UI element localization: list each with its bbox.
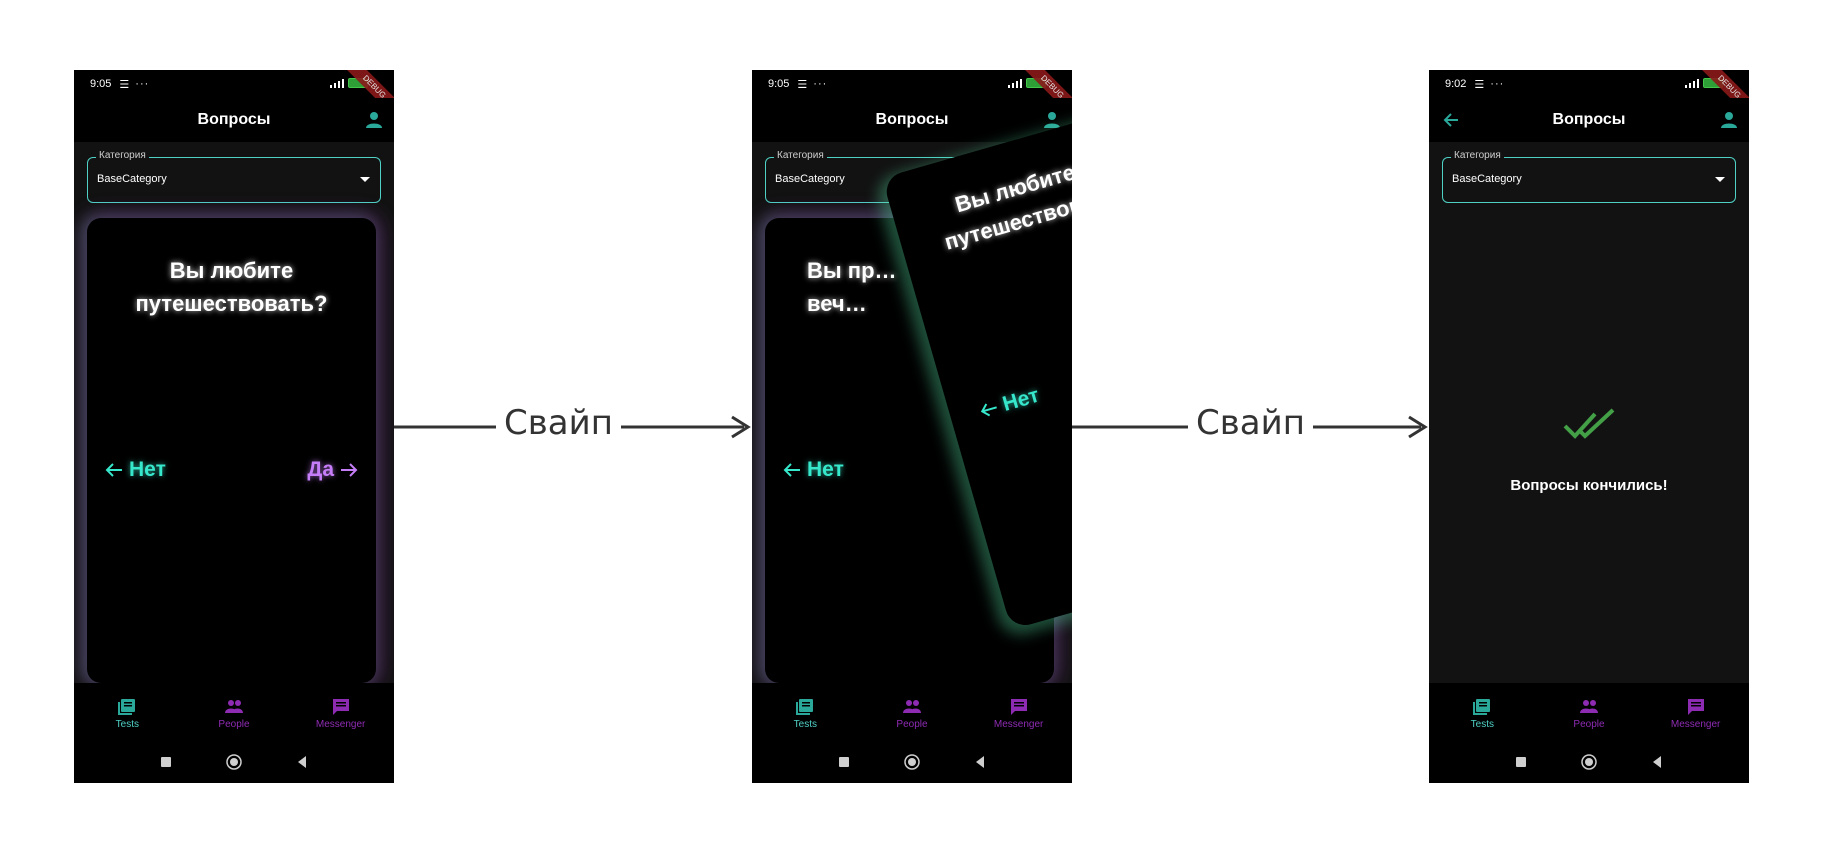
library-books-icon <box>796 699 814 715</box>
arrow-left-icon <box>980 403 997 417</box>
app-bar: Вопросы <box>1429 98 1749 142</box>
notification-icon: ☰ <box>797 78 808 91</box>
nav-people[interactable]: People <box>867 698 957 730</box>
nav-messenger[interactable]: Messenger <box>1651 698 1741 730</box>
swipe-no-hint: Нет <box>977 384 1042 424</box>
nav-people-label: People <box>896 719 928 730</box>
page-title: Вопросы <box>1552 111 1626 128</box>
nav-messenger[interactable]: Messenger <box>974 698 1064 730</box>
arrow-left-icon <box>783 463 800 477</box>
person-icon[interactable] <box>364 110 384 130</box>
status-bar: 9:02 ☰ ··· DEBUG <box>1429 70 1749 121</box>
app-bar: Вопросы <box>74 98 394 142</box>
dropdown-value: BaseCategory <box>775 173 845 185</box>
category-dropdown[interactable]: Категория BaseCategory <box>87 150 381 203</box>
home-icon[interactable] <box>1581 754 1597 770</box>
card-question: Вы пр… веч… <box>807 258 897 316</box>
message-icon <box>1010 699 1027 715</box>
no-label: Нет <box>807 458 844 481</box>
arrow-right-icon <box>341 463 358 477</box>
recent-apps-icon[interactable] <box>1513 754 1529 770</box>
nav-tests-label: Tests <box>793 719 817 730</box>
dropdown-label: Категория <box>96 150 149 161</box>
caret-down-icon <box>360 177 370 182</box>
dropdown-label: Категория <box>774 150 827 161</box>
notification-icon: ☰ <box>1474 78 1485 91</box>
recent-apps-icon[interactable] <box>836 754 852 770</box>
more-notifications-icon: ··· <box>135 78 150 90</box>
back-triangle-icon[interactable] <box>1649 754 1665 770</box>
done-all-icon <box>1563 408 1615 439</box>
nav-messenger[interactable]: Messenger <box>296 698 386 730</box>
category-dropdown[interactable]: Категория BaseCategory <box>1442 150 1736 203</box>
nav-tests-label: Tests <box>1470 719 1494 730</box>
nav-messenger-label: Messenger <box>993 719 1044 730</box>
dropdown-label: Категория <box>1451 150 1504 161</box>
notification-icon: ☰ <box>119 78 130 91</box>
people-icon <box>1579 700 1598 713</box>
status-bar: 9:05 ☰ ··· DEBUG <box>752 70 1072 121</box>
app-bar: Вопросы <box>752 98 1072 142</box>
nav-people-label: People <box>218 719 250 730</box>
flow-label-2: Свайп <box>1188 403 1313 443</box>
more-notifications-icon: ··· <box>1490 78 1505 90</box>
home-icon[interactable] <box>226 754 242 770</box>
home-icon[interactable] <box>904 754 920 770</box>
page-title: Вопросы <box>875 111 949 128</box>
nav-messenger-label: Messenger <box>1670 719 1721 730</box>
dropdown-value: BaseCategory <box>1452 173 1522 185</box>
nav-messenger-label: Messenger <box>315 719 366 730</box>
message-icon <box>1687 699 1704 715</box>
nav-tests[interactable]: Tests <box>82 698 172 730</box>
swipe-no-hint: Нет <box>783 458 844 482</box>
nav-people[interactable]: People <box>189 698 279 730</box>
system-nav-bar <box>1429 741 1749 783</box>
no-label: Нет <box>1000 383 1042 416</box>
people-icon <box>902 700 921 713</box>
phone-screen-2: 9:05 ☰ ··· DEBUG Вопросы Категория BaseC… <box>752 70 1072 783</box>
signal-icon <box>1008 78 1022 88</box>
question-card[interactable]: Вы любите путешествовать? Нет Да <box>87 218 376 683</box>
recent-apps-icon[interactable] <box>158 754 174 770</box>
status-bar: 9:05 ☰ ··· DEBUG <box>74 70 394 121</box>
arrow-left-icon <box>105 463 122 477</box>
library-books-icon <box>118 699 136 715</box>
signal-icon <box>1685 78 1699 88</box>
nav-tests[interactable]: Tests <box>1437 698 1527 730</box>
phone-screen-3: 9:02 ☰ ··· DEBUG Вопросы Категория BaseC… <box>1429 70 1749 783</box>
nav-people-label: People <box>1573 719 1605 730</box>
page-title: Вопросы <box>197 111 271 128</box>
message-icon <box>332 699 349 715</box>
person-icon[interactable] <box>1719 110 1739 130</box>
signal-icon <box>330 78 344 88</box>
arrow-back-icon[interactable] <box>1441 110 1461 130</box>
card-question: Вы любите путешествовать? <box>135 258 328 316</box>
phone-screen-1: 9:05 ☰ ··· DEBUG Вопросы Категория BaseC… <box>74 70 394 783</box>
system-nav-bar <box>74 741 394 783</box>
back-triangle-icon[interactable] <box>294 754 310 770</box>
status-time: 9:02 <box>1445 78 1467 90</box>
nav-tests[interactable]: Tests <box>760 698 850 730</box>
status-time: 9:05 <box>768 78 790 90</box>
swipe-yes-hint: Да <box>307 458 358 482</box>
more-notifications-icon: ··· <box>813 78 828 90</box>
dropdown-value: BaseCategory <box>97 173 167 185</box>
swipe-no-hint: Нет <box>105 458 166 482</box>
no-label: Нет <box>129 458 166 481</box>
back-triangle-icon[interactable] <box>972 754 988 770</box>
system-nav-bar <box>752 741 1072 783</box>
bottom-nav: Tests People Messenger <box>752 683 1072 741</box>
caret-down-icon <box>1715 177 1725 182</box>
flow-label-1: Свайп <box>496 403 621 443</box>
bottom-nav: Tests People Messenger <box>74 683 394 741</box>
nav-tests-label: Tests <box>115 719 139 730</box>
bottom-nav: Tests People Messenger <box>1429 683 1749 741</box>
status-time: 9:05 <box>90 78 112 90</box>
yes-label: Да <box>307 458 334 481</box>
questions-finished-text: Вопросы кончились! <box>1510 477 1668 494</box>
library-books-icon <box>1473 699 1491 715</box>
nav-people[interactable]: People <box>1544 698 1634 730</box>
people-icon <box>224 700 243 713</box>
